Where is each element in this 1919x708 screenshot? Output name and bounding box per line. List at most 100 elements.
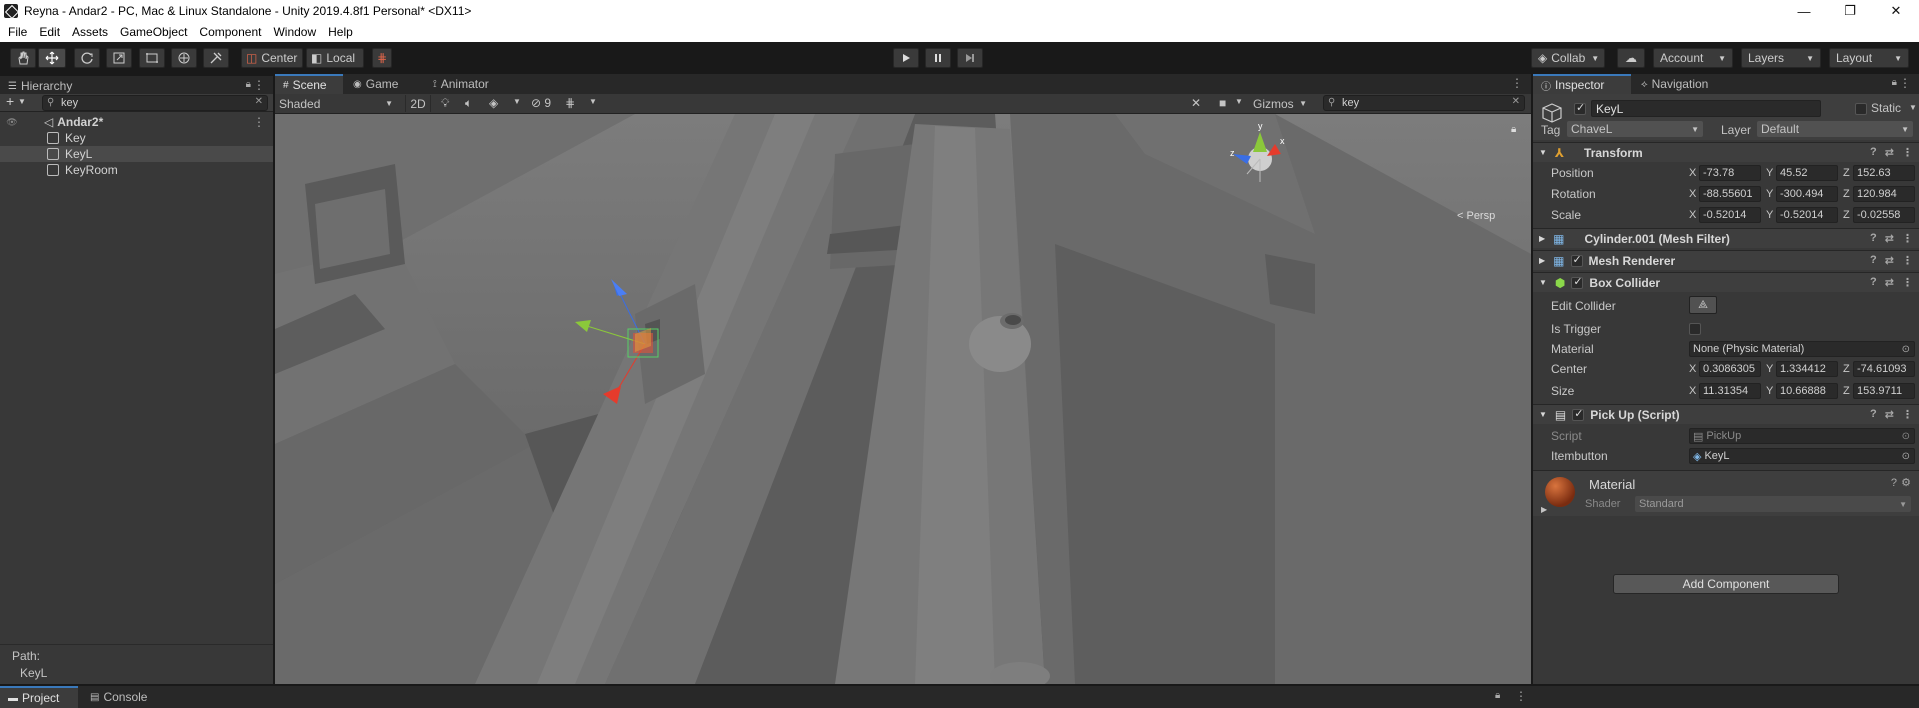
menu-component[interactable]: Component <box>193 25 267 39</box>
layers-dropdown[interactable]: Layers ▼ <box>1741 48 1821 68</box>
gear-icon[interactable]: ⚙ <box>1901 476 1911 489</box>
size-z-field[interactable]: 153.9711 <box>1853 383 1915 399</box>
size-y-field[interactable]: 10.66888 <box>1776 383 1838 399</box>
component-enabled-checkbox[interactable] <box>1572 407 1585 421</box>
close-button[interactable]: ✕ <box>1873 0 1919 22</box>
layer-dropdown[interactable]: Default ▼ <box>1757 121 1913 137</box>
presets-icon[interactable]: ⇄ <box>1885 232 1894 245</box>
lock-icon[interactable]: 🔒︎ <box>246 79 251 90</box>
lock-icon[interactable]: 🔒︎ <box>1495 690 1500 701</box>
center-y-field[interactable]: 1.334412 <box>1776 361 1838 377</box>
visibility-icon[interactable]: 👁︎ <box>0 117 24 128</box>
add-icon[interactable]: + <box>6 93 14 109</box>
tab-inspector[interactable]: ⓘ Inspector <box>1533 74 1631 94</box>
menu-help[interactable]: Help <box>322 25 359 39</box>
pivot-center-button[interactable]: ◫ Center <box>241 48 303 68</box>
rotation-x-field[interactable]: -88.55601 <box>1699 186 1761 202</box>
kebab-menu-icon[interactable]: ⋮ <box>1511 76 1523 90</box>
lock-icon[interactable]: 🔒︎ <box>1892 77 1897 88</box>
help-icon[interactable]: ? <box>1870 408 1877 421</box>
chevron-down-icon[interactable]: ▼ <box>513 97 521 106</box>
scale-tool-icon[interactable] <box>106 48 132 68</box>
grid-toggle-icon[interactable]: ⋕ <box>565 96 575 110</box>
shader-dropdown[interactable]: Standard ▼ <box>1635 496 1911 512</box>
presets-icon[interactable]: ⇄ <box>1885 408 1894 421</box>
list-item-selected[interactable]: KeyL <box>0 146 273 162</box>
scene-search-input[interactable]: ⚲ key ✕ <box>1323 95 1525 111</box>
edit-collider-button[interactable]: ⟁ <box>1689 296 1717 314</box>
presets-icon[interactable]: ⇄ <box>1885 254 1894 267</box>
list-item[interactable]: Key <box>0 130 273 146</box>
material-section[interactable]: ▶ Material Shader Standard ▼ ? ⚙ <box>1533 470 1919 516</box>
audio-icon[interactable]: 🔈︎ <box>465 96 472 111</box>
camera-icon[interactable]: ■ <box>1219 96 1226 110</box>
clear-search-icon[interactable]: ✕ <box>1512 96 1520 107</box>
position-y-field[interactable]: 45.52 <box>1776 165 1838 181</box>
gizmos-dropdown[interactable]: Gizmos ▼ <box>1249 95 1309 112</box>
pause-button[interactable] <box>925 48 951 68</box>
kebab-menu-icon[interactable]: ⋮ <box>1902 254 1913 267</box>
tab-game[interactable]: ◉ Game <box>345 74 406 94</box>
physic-material-field[interactable]: None (Physic Material) ⊙ <box>1689 341 1915 357</box>
foldout-arrow-icon[interactable]: ▶ <box>1541 505 1547 514</box>
help-icon[interactable]: ? <box>1870 276 1877 289</box>
kebab-menu-icon[interactable]: ⋮ <box>253 115 265 129</box>
kebab-menu-icon[interactable]: ⋮ <box>1899 76 1911 90</box>
component-enabled-checkbox[interactable] <box>1571 275 1584 289</box>
menu-window[interactable]: Window <box>267 25 322 39</box>
static-checkbox[interactable] <box>1855 103 1867 115</box>
tab-scene[interactable]: # Scene <box>275 74 343 94</box>
kebab-menu-icon[interactable]: ⋮ <box>1902 232 1913 245</box>
2d-toggle-button[interactable]: 2D <box>405 95 431 112</box>
mesh-renderer-component-header[interactable]: ▶ ▦ Mesh Renderer ? ⇄ ⋮ <box>1533 250 1919 270</box>
kebab-menu-icon[interactable]: ⋮ <box>1902 146 1913 159</box>
active-checkbox[interactable] <box>1574 101 1586 115</box>
list-item[interactable]: KeyRoom <box>0 162 273 178</box>
center-z-field[interactable]: -74.61093 <box>1853 361 1915 377</box>
transform-tool-icon[interactable] <box>171 48 197 68</box>
tools-icon[interactable]: ✕ <box>1191 96 1201 110</box>
chevron-down-icon[interactable]: ▼ <box>1909 103 1917 112</box>
help-icon[interactable]: ? <box>1870 232 1877 245</box>
effects-icon[interactable]: ◈ <box>489 96 498 110</box>
shading-mode-dropdown[interactable]: Shaded ▼ <box>277 95 397 112</box>
kebab-menu-icon[interactable]: ⋮ <box>1902 276 1913 289</box>
scale-z-field[interactable]: -0.02558 <box>1853 207 1915 223</box>
maximize-button[interactable]: ❐ <box>1827 0 1873 22</box>
custom-tool-icon[interactable] <box>203 48 229 68</box>
play-button[interactable] <box>893 48 919 68</box>
rotate-tool-icon[interactable] <box>74 48 100 68</box>
scene-viewport[interactable]: y z x < Persp 🔒︎ <box>275 114 1531 684</box>
position-z-field[interactable]: 152.63 <box>1853 165 1915 181</box>
layout-dropdown[interactable]: Layout ▼ <box>1829 48 1909 68</box>
rect-tool-icon[interactable] <box>139 48 165 68</box>
help-icon[interactable]: ? <box>1870 146 1877 159</box>
tab-navigation[interactable]: ⟡ Navigation <box>1633 74 1716 94</box>
kebab-menu-icon[interactable]: ⋮ <box>1515 689 1527 703</box>
component-enabled-checkbox[interactable] <box>1570 253 1583 267</box>
help-icon[interactable]: ? <box>1891 477 1897 489</box>
scale-y-field[interactable]: -0.52014 <box>1776 207 1838 223</box>
object-picker-icon[interactable]: ⊙ <box>1902 451 1910 462</box>
chevron-down-icon[interactable]: ▼ <box>1235 97 1243 106</box>
hidden-objects-toggle[interactable]: ⊘ 9 <box>531 96 551 110</box>
lock-icon[interactable]: 🔒︎ <box>1511 124 1516 135</box>
pivot-space-button[interactable]: ◧ Local <box>306 48 364 68</box>
object-name-field[interactable]: KeyL <box>1591 100 1821 117</box>
help-icon[interactable]: ? <box>1870 254 1877 267</box>
kebab-menu-icon[interactable]: ⋮ <box>253 78 265 92</box>
hierarchy-search-input[interactable]: ⚲ key ✕ <box>42 95 268 111</box>
add-component-button[interactable]: Add Component <box>1613 574 1839 594</box>
tab-project[interactable]: ▬ Project <box>0 686 78 708</box>
pickup-script-component-header[interactable]: ▼ ▤ Pick Up (Script) ? ⇄ ⋮ <box>1533 404 1919 424</box>
mesh-filter-component-header[interactable]: ▶ ▦ Cylinder.001 (Mesh Filter) ? ⇄ ⋮ <box>1533 228 1919 248</box>
chevron-down-icon[interactable]: ▼ <box>18 97 26 106</box>
perspective-label[interactable]: < Persp <box>1457 210 1495 222</box>
itembutton-field[interactable]: ◈ KeyL ⊙ <box>1689 448 1915 464</box>
rotation-y-field[interactable]: -300.494 <box>1776 186 1838 202</box>
menu-gameobject[interactable]: GameObject <box>114 25 193 39</box>
presets-icon[interactable]: ⇄ <box>1885 276 1894 289</box>
tab-animator[interactable]: ⟟ Animator <box>425 74 497 94</box>
tab-console[interactable]: ▤ Console <box>82 686 155 708</box>
box-collider-component-header[interactable]: ▼ ⬢ Box Collider ? ⇄ ⋮ <box>1533 272 1919 292</box>
